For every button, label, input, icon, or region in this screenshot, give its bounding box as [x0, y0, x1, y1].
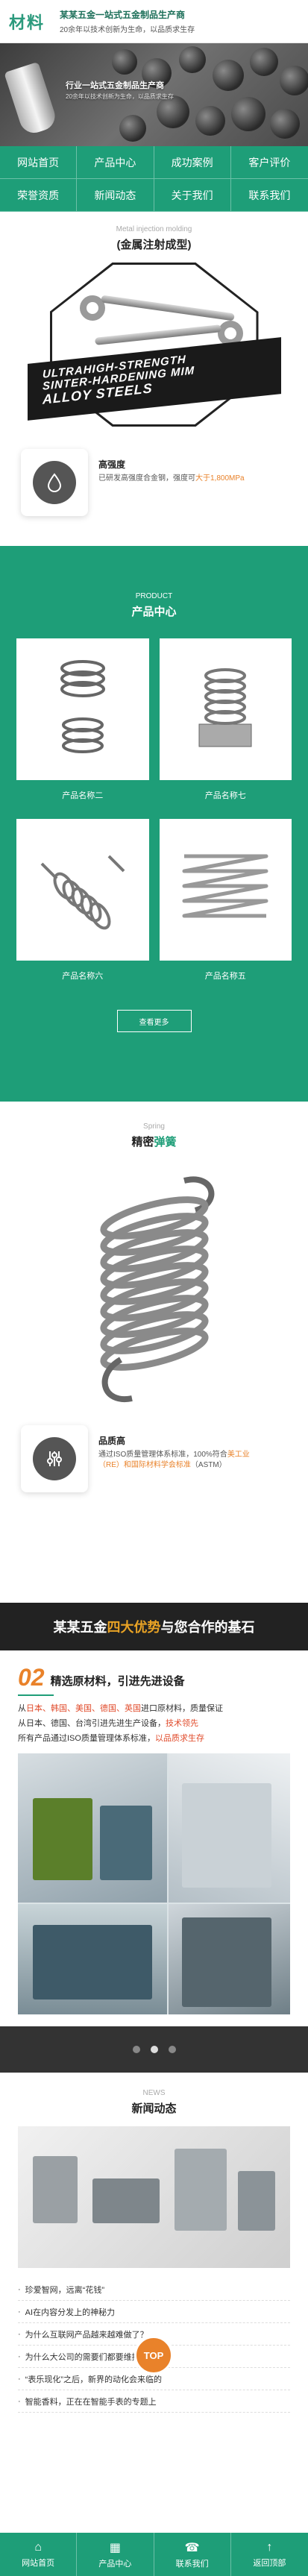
advantage-item: 所有产品通过ISO质量管理体系标准，以品质求生存 [18, 1733, 204, 1743]
product-card[interactable]: 产品名称六 [16, 819, 149, 987]
nav-item-contact[interactable]: 联系我们 [230, 179, 308, 212]
product-image [16, 638, 149, 780]
carousel-dot-active[interactable] [150, 2046, 158, 2054]
bottom-toolbar: ⌂ 网站首页 ▦ 产品中心 ☎ 联系我们 ↑ 返回顶部 [0, 2533, 308, 2576]
slogan: 某某五金一站式五金制品生产商 20余年以技术创新为生命，以品质求生存 [52, 8, 195, 34]
spring-title-en: Spring [143, 1122, 165, 1131]
nav-item-cases[interactable]: 成功案例 [154, 146, 231, 179]
product-card[interactable]: 产品名称七 [159, 638, 292, 807]
mim-image: ULTRAHIGH-STRENGTH SINTER-HARDENING MIM … [27, 263, 281, 427]
advantages-banner: 某某五金 四大优势 与您合作的基石 [0, 1603, 308, 1650]
carousel-dot[interactable] [132, 2046, 140, 2054]
feature-quality-title: 品质高 [98, 1436, 126, 1446]
news-image[interactable] [18, 2126, 290, 2269]
advantage-title: 精选原材料，引进先进设备 [50, 1675, 185, 1688]
nav-item-home[interactable]: 网站首页 [0, 146, 78, 179]
spring-title-cn: 精密弹簧 [131, 1136, 177, 1149]
news-item[interactable]: 智能香料，正在在智能手表的专题上 [18, 2390, 290, 2413]
bottom-home-button[interactable]: ⌂ 网站首页 [0, 2533, 78, 2576]
mim-section: Metal injection molding (金属注射成型) ULTRAHI… [0, 212, 308, 436]
product-image [160, 819, 292, 961]
back-to-top-button[interactable]: TOP [134, 2336, 173, 2375]
banner-metal-part [4, 61, 59, 137]
products-section: PRODUCT 产品中心 产品名称二 产品名称七 产品名称六 产品名称五 查看更… [0, 546, 308, 1102]
news-item[interactable]: AI在内容分发上的神秘力 [18, 2301, 290, 2324]
bottom-contact-button[interactable]: ☎ 联系我们 [154, 2533, 231, 2576]
nav-item-products[interactable]: 产品中心 [77, 146, 154, 179]
advantage-list: 从日本、韩国、美国、德国、英国进口原材料，质量保证 从日本、德国、台湾引进先进生… [18, 1702, 290, 1746]
product-card[interactable]: 产品名称二 [16, 638, 149, 807]
bottom-products-button[interactable]: ▦ 产品中心 [77, 2533, 154, 2576]
banner-title: 行业一站式五金制品生产商 [66, 81, 164, 90]
feature-quality-icon-box [21, 1425, 88, 1492]
site-header: 材料 某某五金一站式五金制品生产商 20余年以技术创新为生命，以品质求生存 [0, 0, 308, 43]
product-name: 产品名称七 [159, 780, 292, 807]
news-title-cn: 新闻动态 [131, 2102, 177, 2116]
advantage-item: 从日本、德国、台湾引进先进生产设备，技术领先 [18, 1718, 198, 1728]
nav-item-about[interactable]: 关于我们 [154, 179, 231, 212]
feature-quality: 品质高 通过ISO质量管理体系标准，100%符合美工业（RE）和国际材料学会标准… [21, 1425, 287, 1492]
hero-banner[interactable]: 行业一站式五金制品生产商 20余年以技术创新为生命，以品质求生存 [0, 43, 308, 146]
news-title-en: NEWS [142, 2089, 166, 2098]
spring-image [43, 1158, 266, 1412]
bottom-top-button[interactable]: ↑ 返回顶部 [231, 2533, 308, 2576]
carousel-dot[interactable] [168, 2046, 176, 2054]
feature-strength: 高强度 已研发高强度合金钢，强度可大于1,800MPa [21, 449, 287, 516]
slogan-title: 某某五金一站式五金制品生产商 [60, 10, 186, 20]
product-image [160, 638, 292, 780]
feature-quality-desc: 通过ISO质量管理体系标准，100%符合美工业（RE）和国际材料学会标准（AST… [98, 1451, 250, 1469]
mim-title-cn: (金属注射成型) [116, 239, 192, 251]
arrow-up-icon: ↑ [266, 2540, 273, 2554]
spring-section: Spring 精密弹簧 品质高 通过ISO质量管理体系标准，100%符合美工业（… [0, 1102, 308, 1586]
phone-icon: ☎ [184, 2541, 200, 2554]
nav-item-news[interactable]: 新闻动态 [77, 179, 154, 212]
main-nav: 网站首页 产品中心 成功案例 客户评价 荣誉资质 新闻动态 关于我们 联系我们 [0, 146, 308, 212]
product-image [16, 819, 149, 961]
mim-title-en: Metal injection molding [116, 225, 192, 233]
banner-subtitle: 20余年以技术创新为生命，以品质求生存 [66, 93, 174, 100]
droplet-icon [33, 461, 76, 504]
home-icon: ⌂ [34, 2540, 42, 2554]
product-name: 产品名称六 [16, 961, 149, 987]
nav-item-honors[interactable]: 荣誉资质 [0, 179, 78, 212]
products-title-en: PRODUCT [135, 592, 173, 600]
factory-image [18, 1753, 290, 2015]
product-card[interactable]: 产品名称五 [159, 819, 292, 987]
slogan-subtitle: 20余年以技术创新为生命，以品质求生存 [60, 26, 195, 34]
carousel-dots [0, 2026, 308, 2073]
page: 材料 某某五金一站式五金制品生产商 20余年以技术创新为生命，以品质求生存 行业… [0, 0, 308, 2576]
advantage-number: 02 [18, 1664, 45, 1691]
product-name: 产品名称二 [16, 780, 149, 807]
product-grid: 产品名称二 产品名称七 产品名称六 产品名称五 [16, 638, 292, 987]
view-more-button[interactable]: 查看更多 [116, 1010, 192, 1032]
sliders-icon [33, 1437, 76, 1480]
advantage-item: 从日本、韩国、美国、德国、英国进口原材料，质量保证 [18, 1704, 223, 1713]
nav-item-reviews[interactable]: 客户评价 [230, 146, 308, 179]
advantage-divider [18, 1694, 54, 1696]
feature-strength-desc: 已研发高强度合金钢，强度可大于1,800MPa [98, 474, 245, 483]
advantage-block: 02 精选原材料，引进先进设备 从日本、韩国、美国、德国、英国进口原材料，质量保… [0, 1650, 308, 1746]
news-item[interactable]: 珍爱智网，远离“花钱” [18, 2278, 290, 2302]
products-title-cn: 产品中心 [131, 606, 177, 618]
feature-strength-title: 高强度 [98, 459, 126, 470]
site-logo[interactable]: 材料 [0, 10, 52, 34]
product-name: 产品名称五 [159, 961, 292, 987]
feature-strength-icon-box [21, 449, 88, 516]
grid-icon: ▦ [109, 2541, 121, 2554]
